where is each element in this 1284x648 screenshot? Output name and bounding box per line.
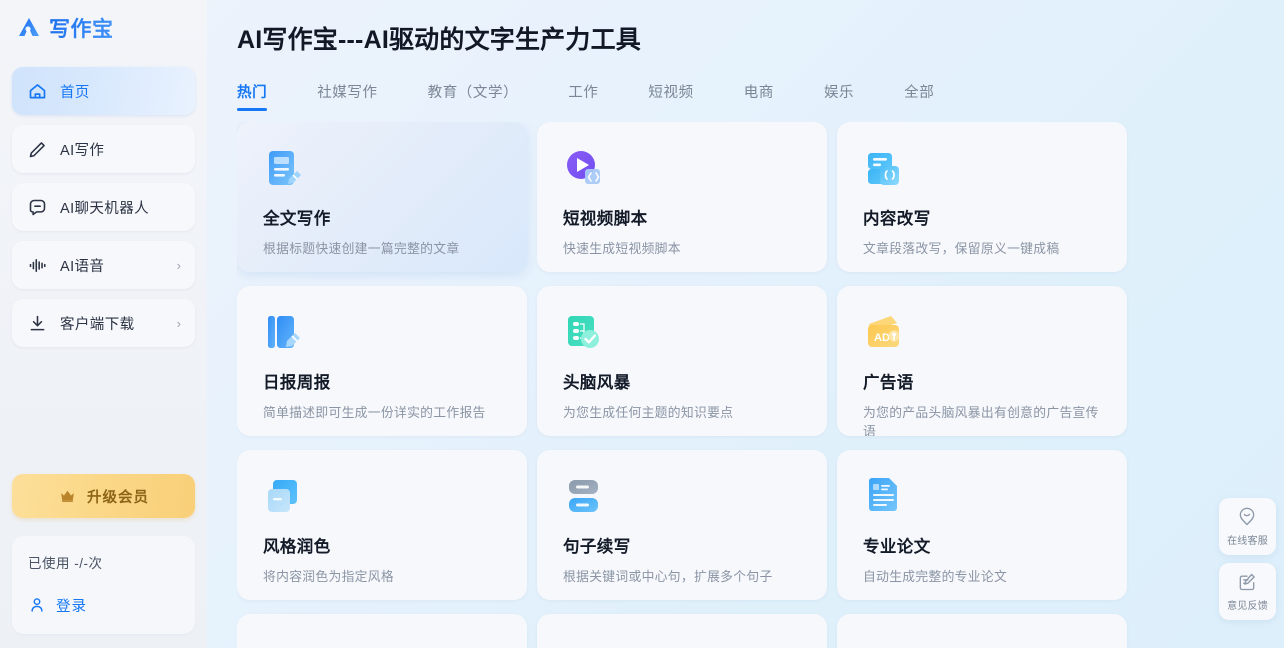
tool-card-short-video-script[interactable]: 短视频脚本 快速生成短视频脚本 [537, 122, 827, 272]
page-title: AI写作宝---AI驱动的文字生产力工具 [237, 26, 641, 54]
card-title: 内容改写 [863, 210, 931, 228]
tool-card-sentence-continuation[interactable]: 句子续写 根据关键词或中心句，扩展多个句子 [537, 450, 827, 600]
triangle-logo-icon [19, 18, 39, 36]
card-description: 根据关键词或中心句，扩展多个句子 [563, 569, 773, 584]
tool-card-daily-weekly-report[interactable]: 日报周报 简单描述即可生成一份详实的工作报告 [237, 286, 527, 436]
chevron-right-icon: › [176, 257, 181, 273]
app-root: 写作宝 首页 AI写作 AI聊天机器人 AI语音 › 客户端下载 › 升级会员 … [0, 0, 1284, 648]
login-button[interactable]: 登录 [28, 595, 179, 616]
pencil-icon [26, 138, 48, 160]
card-description: 为您的产品头脑风暴出有创意的广告宣传语 [863, 405, 1099, 436]
sidebar-item-home[interactable]: 首页 [12, 67, 195, 115]
card-title: 风格润色 [263, 538, 331, 556]
feedback-edit-icon [1237, 572, 1258, 593]
tool-card-next-row-3[interactable] [837, 614, 1127, 648]
tool-card-brainstorm[interactable]: 头脑风暴 为您生成任何主题的知识要点 [537, 286, 827, 436]
usage-count: 已使用 -/-次 [28, 556, 103, 571]
paper-doc-icon [869, 478, 897, 511]
main-content: AI写作宝---AI驱动的文字生产力工具 热门 社媒写作 教育（文学） 工作 短… [207, 0, 1284, 648]
card-title: 句子续写 [563, 538, 631, 556]
sidebar-item-ai-voice[interactable]: AI语音 › [12, 241, 195, 289]
user-icon [28, 596, 47, 615]
card-description: 自动生成完整的专业论文 [863, 569, 1008, 584]
card-title: 广告语 [863, 374, 914, 392]
tool-card-next-row-1[interactable] [237, 614, 527, 648]
mindmap-check-icon [568, 316, 599, 348]
chat-minus-icon [26, 196, 48, 218]
card-title: 专业论文 [863, 538, 931, 556]
two-bars-icon [569, 480, 598, 512]
card-description: 为您生成任何主题的知识要点 [563, 405, 734, 420]
home-icon [26, 80, 48, 102]
card-description: 根据标题快速创建一篇完整的文章 [263, 241, 460, 256]
sidebar-item-ai-writing[interactable]: AI写作 [12, 125, 195, 173]
notebook-pencil-icon [268, 316, 300, 348]
sidebar-item-label: AI聊天机器人 [60, 200, 149, 217]
tab-short-video[interactable]: 短视频 [648, 81, 693, 111]
tab-ecommerce[interactable]: 电商 [744, 81, 774, 111]
account-card: 已使用 -/-次 登录 [12, 536, 195, 634]
category-tabs: 热门 社媒写作 教育（文学） 工作 短视频 电商 娱乐 全部 [237, 77, 1284, 111]
tool-card-professional-paper[interactable]: 专业论文 自动生成完整的专业论文 [837, 450, 1127, 600]
tab-all[interactable]: 全部 [904, 81, 934, 111]
card-title: 头脑风暴 [563, 374, 631, 392]
crown-icon [58, 486, 78, 506]
sidebar-item-label: 客户端下载 [60, 316, 135, 333]
brand-name: 写作宝 [49, 13, 114, 43]
floating-action-stack: 在线客服 意见反馈 [1219, 498, 1276, 620]
card-title: 日报周报 [263, 374, 331, 392]
tool-card-full-text-writing[interactable]: 全文写作 根据标题快速创建一篇完整的文章 [237, 122, 527, 272]
feedback-button[interactable]: 意见反馈 [1219, 563, 1276, 620]
sidebar-item-label: AI写作 [60, 142, 105, 159]
tab-work[interactable]: 工作 [568, 81, 598, 111]
card-description: 文章段落改写，保留原义一键成稿 [863, 241, 1060, 256]
rewrite-cards-icon [868, 153, 899, 185]
upgrade-label: 升级会员 [87, 489, 149, 506]
tab-education-literature[interactable]: 教育（文学） [428, 81, 519, 111]
support-smile-icon [1237, 507, 1258, 528]
sidebar: 写作宝 首页 AI写作 AI聊天机器人 AI语音 › 客户端下载 › 升级会员 … [0, 0, 207, 648]
tab-entertainment[interactable]: 娱乐 [824, 81, 854, 111]
login-label: 登录 [56, 599, 87, 615]
sidebar-item-label: 首页 [60, 84, 90, 101]
layers-icon [268, 480, 297, 512]
tab-hot[interactable]: 热门 [237, 81, 268, 111]
tab-social-media-writing[interactable]: 社媒写作 [317, 81, 377, 111]
document-pencil-icon [269, 151, 301, 185]
online-support-button[interactable]: 在线客服 [1219, 498, 1276, 555]
sidebar-item-client-download[interactable]: 客户端下载 › [12, 299, 195, 347]
card-description: 将内容润色为指定风格 [263, 569, 394, 584]
sidebar-item-ai-chatbot[interactable]: AI聊天机器人 [12, 183, 195, 231]
download-icon [26, 312, 48, 334]
tool-card-next-row-2[interactable] [537, 614, 827, 648]
tool-card-ad-copy[interactable]: AD 广告语 为您的产品头脑风暴出有创意的广告宣传语 [837, 286, 1127, 436]
svg-text:AD: AD [874, 332, 890, 344]
sidebar-nav: 首页 AI写作 AI聊天机器人 AI语音 › 客户端下载 › [12, 67, 195, 347]
card-title: 全文写作 [263, 210, 331, 228]
card-description: 快速生成短视频脚本 [563, 241, 681, 256]
card-title: 短视频脚本 [563, 210, 648, 228]
waveform-icon [26, 254, 48, 276]
feedback-label: 意见反馈 [1227, 600, 1268, 612]
chevron-right-icon: › [176, 315, 181, 331]
tool-cards-grid: 全文写作 根据标题快速创建一篇完整的文章 短视频脚本 快速生成短视频脚本 内容改… [237, 122, 1136, 648]
sidebar-footer: 升级会员 已使用 -/-次 登录 [12, 474, 195, 648]
upgrade-membership-button[interactable]: 升级会员 [12, 474, 195, 518]
card-description: 简单描述即可生成一份详实的工作报告 [263, 405, 486, 420]
tool-cards-scroll-area[interactable]: 全文写作 根据标题快速创建一篇完整的文章 短视频脚本 快速生成短视频脚本 内容改… [237, 122, 1284, 648]
online-support-label: 在线客服 [1227, 535, 1268, 547]
tool-card-content-rewrite[interactable]: 内容改写 文章段落改写，保留原义一键成稿 [837, 122, 1127, 272]
tool-card-style-polish[interactable]: 风格润色 将内容润色为指定风格 [237, 450, 527, 600]
brand-logo[interactable]: 写作宝 [12, 0, 195, 56]
play-circle-icon [567, 151, 600, 184]
ad-wallet-icon: AD [868, 316, 900, 347]
sidebar-item-label: AI语音 [60, 258, 105, 275]
